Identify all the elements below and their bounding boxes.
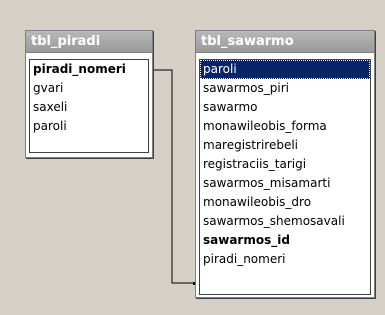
field-item[interactable]: sawarmos_misamarti xyxy=(200,174,370,193)
field-list: piradi_nomeri gvari saxeli paroli xyxy=(29,59,149,153)
table-title[interactable]: tbl_sawarmo xyxy=(196,31,374,53)
field-item[interactable]: maregistrirebeli xyxy=(200,136,370,155)
field-item[interactable]: monawileobis_forma xyxy=(200,117,370,136)
field-item-pk[interactable]: sawarmos_id xyxy=(200,231,370,250)
field-item[interactable]: monawileobis_dro xyxy=(200,193,370,212)
field-item[interactable]: paroli xyxy=(30,117,148,136)
field-item[interactable]: saxeli xyxy=(30,98,148,117)
field-item-selected[interactable]: paroli xyxy=(200,60,370,79)
field-item[interactable]: sawarmos_piri xyxy=(200,79,370,98)
field-item[interactable]: registraciis_tarigi xyxy=(200,155,370,174)
table-title[interactable]: tbl_piradi xyxy=(26,31,152,53)
field-list: paroli sawarmos_piri sawarmo monawileobi… xyxy=(199,59,371,295)
field-item[interactable]: sawarmo xyxy=(200,98,370,117)
relationships-canvas: tbl_piradi piradi_nomeri gvari saxeli pa… xyxy=(0,0,385,315)
table-window-tbl-sawarmo[interactable]: tbl_sawarmo paroli sawarmos_piri sawarmo… xyxy=(195,30,375,298)
field-item-pk[interactable]: piradi_nomeri xyxy=(30,60,148,79)
field-item[interactable]: piradi_nomeri xyxy=(200,250,370,269)
field-item[interactable]: gvari xyxy=(30,79,148,98)
table-window-tbl-piradi[interactable]: tbl_piradi piradi_nomeri gvari saxeli pa… xyxy=(25,30,153,158)
field-item[interactable]: sawarmos_shemosavali xyxy=(200,212,370,231)
